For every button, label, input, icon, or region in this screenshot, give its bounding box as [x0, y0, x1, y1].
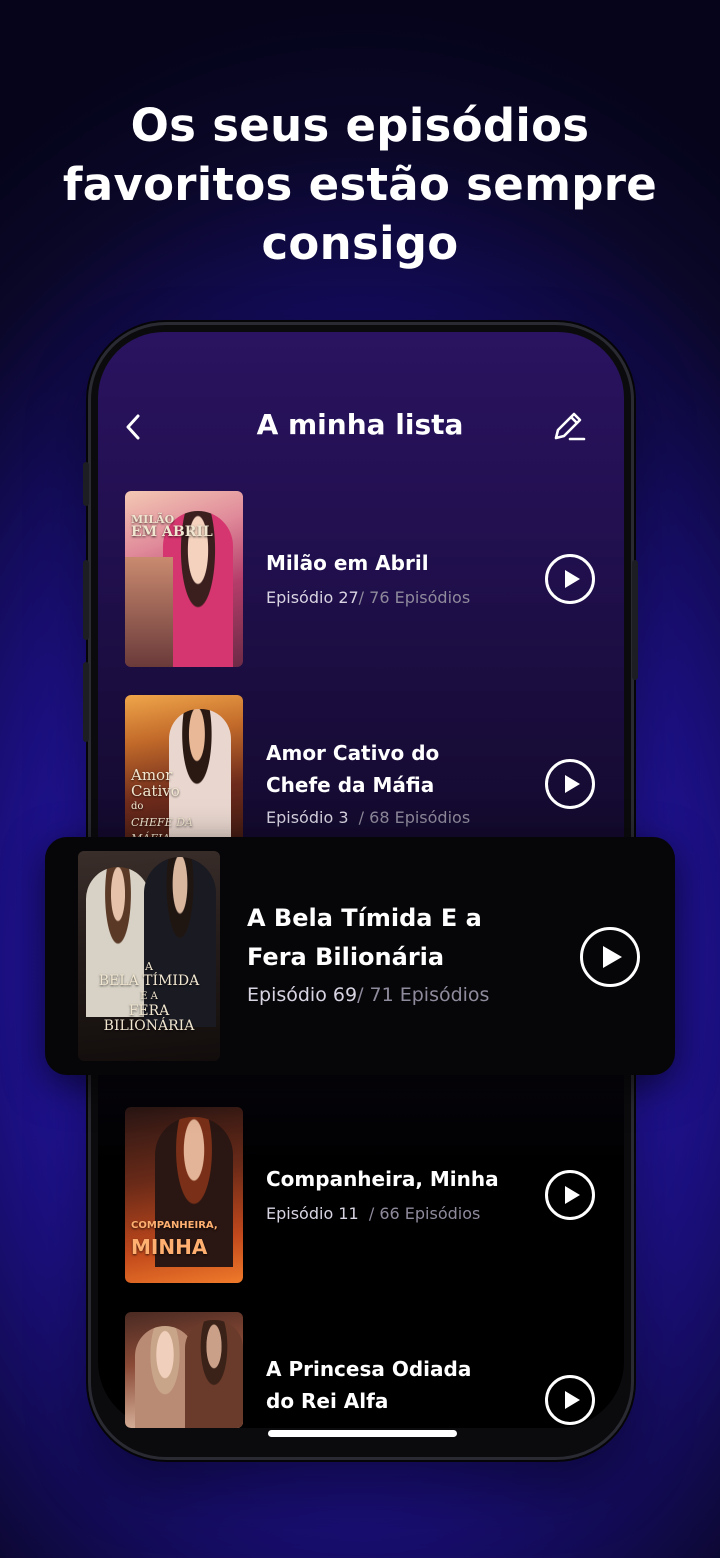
play-button[interactable] — [545, 554, 595, 604]
headline-line-2: favoritos estão sempre — [62, 158, 658, 211]
play-icon — [565, 1186, 580, 1204]
cover-text-line: BILIONÁRIA — [103, 1018, 195, 1034]
list-item[interactable]: COMPANHEIRA, MINHA Companheira, Minha Ep… — [125, 1107, 605, 1283]
play-icon — [603, 946, 622, 968]
total-episodes: / 68 Episódios — [358, 808, 471, 827]
headline-line-1: Os seus episódios — [130, 99, 590, 152]
cover-image: COMPANHEIRA, MINHA — [125, 1107, 243, 1283]
current-episode: Episódio 11 — [266, 1204, 359, 1223]
phone-side-button-silent — [83, 462, 89, 506]
back-button[interactable] — [120, 410, 146, 444]
cover-image — [125, 1312, 243, 1428]
cover-image: MILÃO EM ABRIL — [125, 491, 243, 667]
cover-text-line: E A — [140, 991, 158, 1002]
highlighted-list-item[interactable]: A BELA TÍMIDA E A FERA BILIONÁRIA A Bela… — [45, 837, 675, 1075]
series-title: Milão em Abril — [266, 551, 429, 575]
chevron-left-icon — [126, 414, 140, 440]
cover-title: Amor Cativo do CHEFE DA MÁFIA — [131, 767, 237, 847]
headline-line-3: consigo — [261, 217, 459, 270]
play-button[interactable] — [545, 1375, 595, 1425]
play-button[interactable] — [545, 759, 595, 809]
series-title: A Bela Tímida E a Fera Bilionária — [247, 904, 482, 971]
home-indicator[interactable] — [268, 1430, 457, 1437]
cover-text-line: CHEFE DA — [131, 816, 193, 829]
play-button[interactable] — [545, 1170, 595, 1220]
phone-side-button-volume-down — [83, 662, 89, 742]
cover-text-line: Amor — [131, 766, 173, 784]
cover-image: A BELA TÍMIDA E A FERA BILIONÁRIA — [78, 851, 220, 1061]
cover-text-line: do — [131, 801, 144, 812]
cover-title: A BELA TÍMIDA E A FERA BILIONÁRIA — [84, 959, 214, 1034]
current-episode: Episódio 3 — [266, 808, 349, 827]
promo-headline: Os seus episódios favoritos estão sempre… — [0, 96, 720, 273]
page-title: A minha lista — [256, 408, 464, 441]
phone-side-button-volume-up — [83, 560, 89, 640]
edit-button[interactable] — [550, 408, 588, 444]
cover-text-line: Cativo — [131, 782, 180, 800]
play-icon — [565, 1391, 580, 1409]
episode-progress: Episódio 3 / 68 Episódios — [266, 808, 470, 827]
series-title: Amor Cativo do Chefe da Máfia — [266, 741, 440, 797]
cover-title: MILÃO EM ABRIL — [131, 513, 237, 539]
cover-text-line: BELA TÍMIDA — [98, 973, 200, 989]
cover-text-line: COMPANHEIRA, — [131, 1220, 218, 1231]
cover-text-line: A — [145, 960, 153, 973]
edit-pencil-icon — [554, 412, 586, 441]
cover-text-line: EM ABRIL — [131, 524, 213, 540]
episode-progress: Episódio 11 / 66 Episódios — [266, 1204, 480, 1223]
play-icon — [565, 570, 580, 588]
list-item[interactable]: MILÃO EM ABRIL Milão em Abril Episódio 2… — [125, 491, 605, 667]
total-episodes: / 76 Episódios — [358, 588, 471, 607]
play-button[interactable] — [580, 927, 640, 987]
cover-text-line: FERA — [128, 1003, 170, 1019]
cover-text-line: MINHA — [131, 1235, 208, 1259]
phone-side-button-power — [632, 560, 638, 680]
cover-title: COMPANHEIRA, MINHA — [131, 1215, 237, 1257]
series-title: A Princesa Odiada do Rei Alfa — [266, 1357, 472, 1413]
list-item[interactable]: A Princesa Odiada do Rei Alfa — [125, 1312, 605, 1428]
episode-progress: Episódio 27/ 76 Episódios — [266, 588, 470, 607]
current-episode: Episódio 69 — [247, 984, 358, 1006]
episode-progress: Episódio 69/ 71 Episódios — [247, 984, 489, 1006]
current-episode: Episódio 27 — [266, 588, 359, 607]
play-icon — [565, 775, 580, 793]
total-episodes: / 66 Episódios — [368, 1204, 481, 1223]
series-title: Companheira, Minha — [266, 1167, 499, 1191]
total-episodes: / 71 Episódios — [357, 984, 490, 1006]
